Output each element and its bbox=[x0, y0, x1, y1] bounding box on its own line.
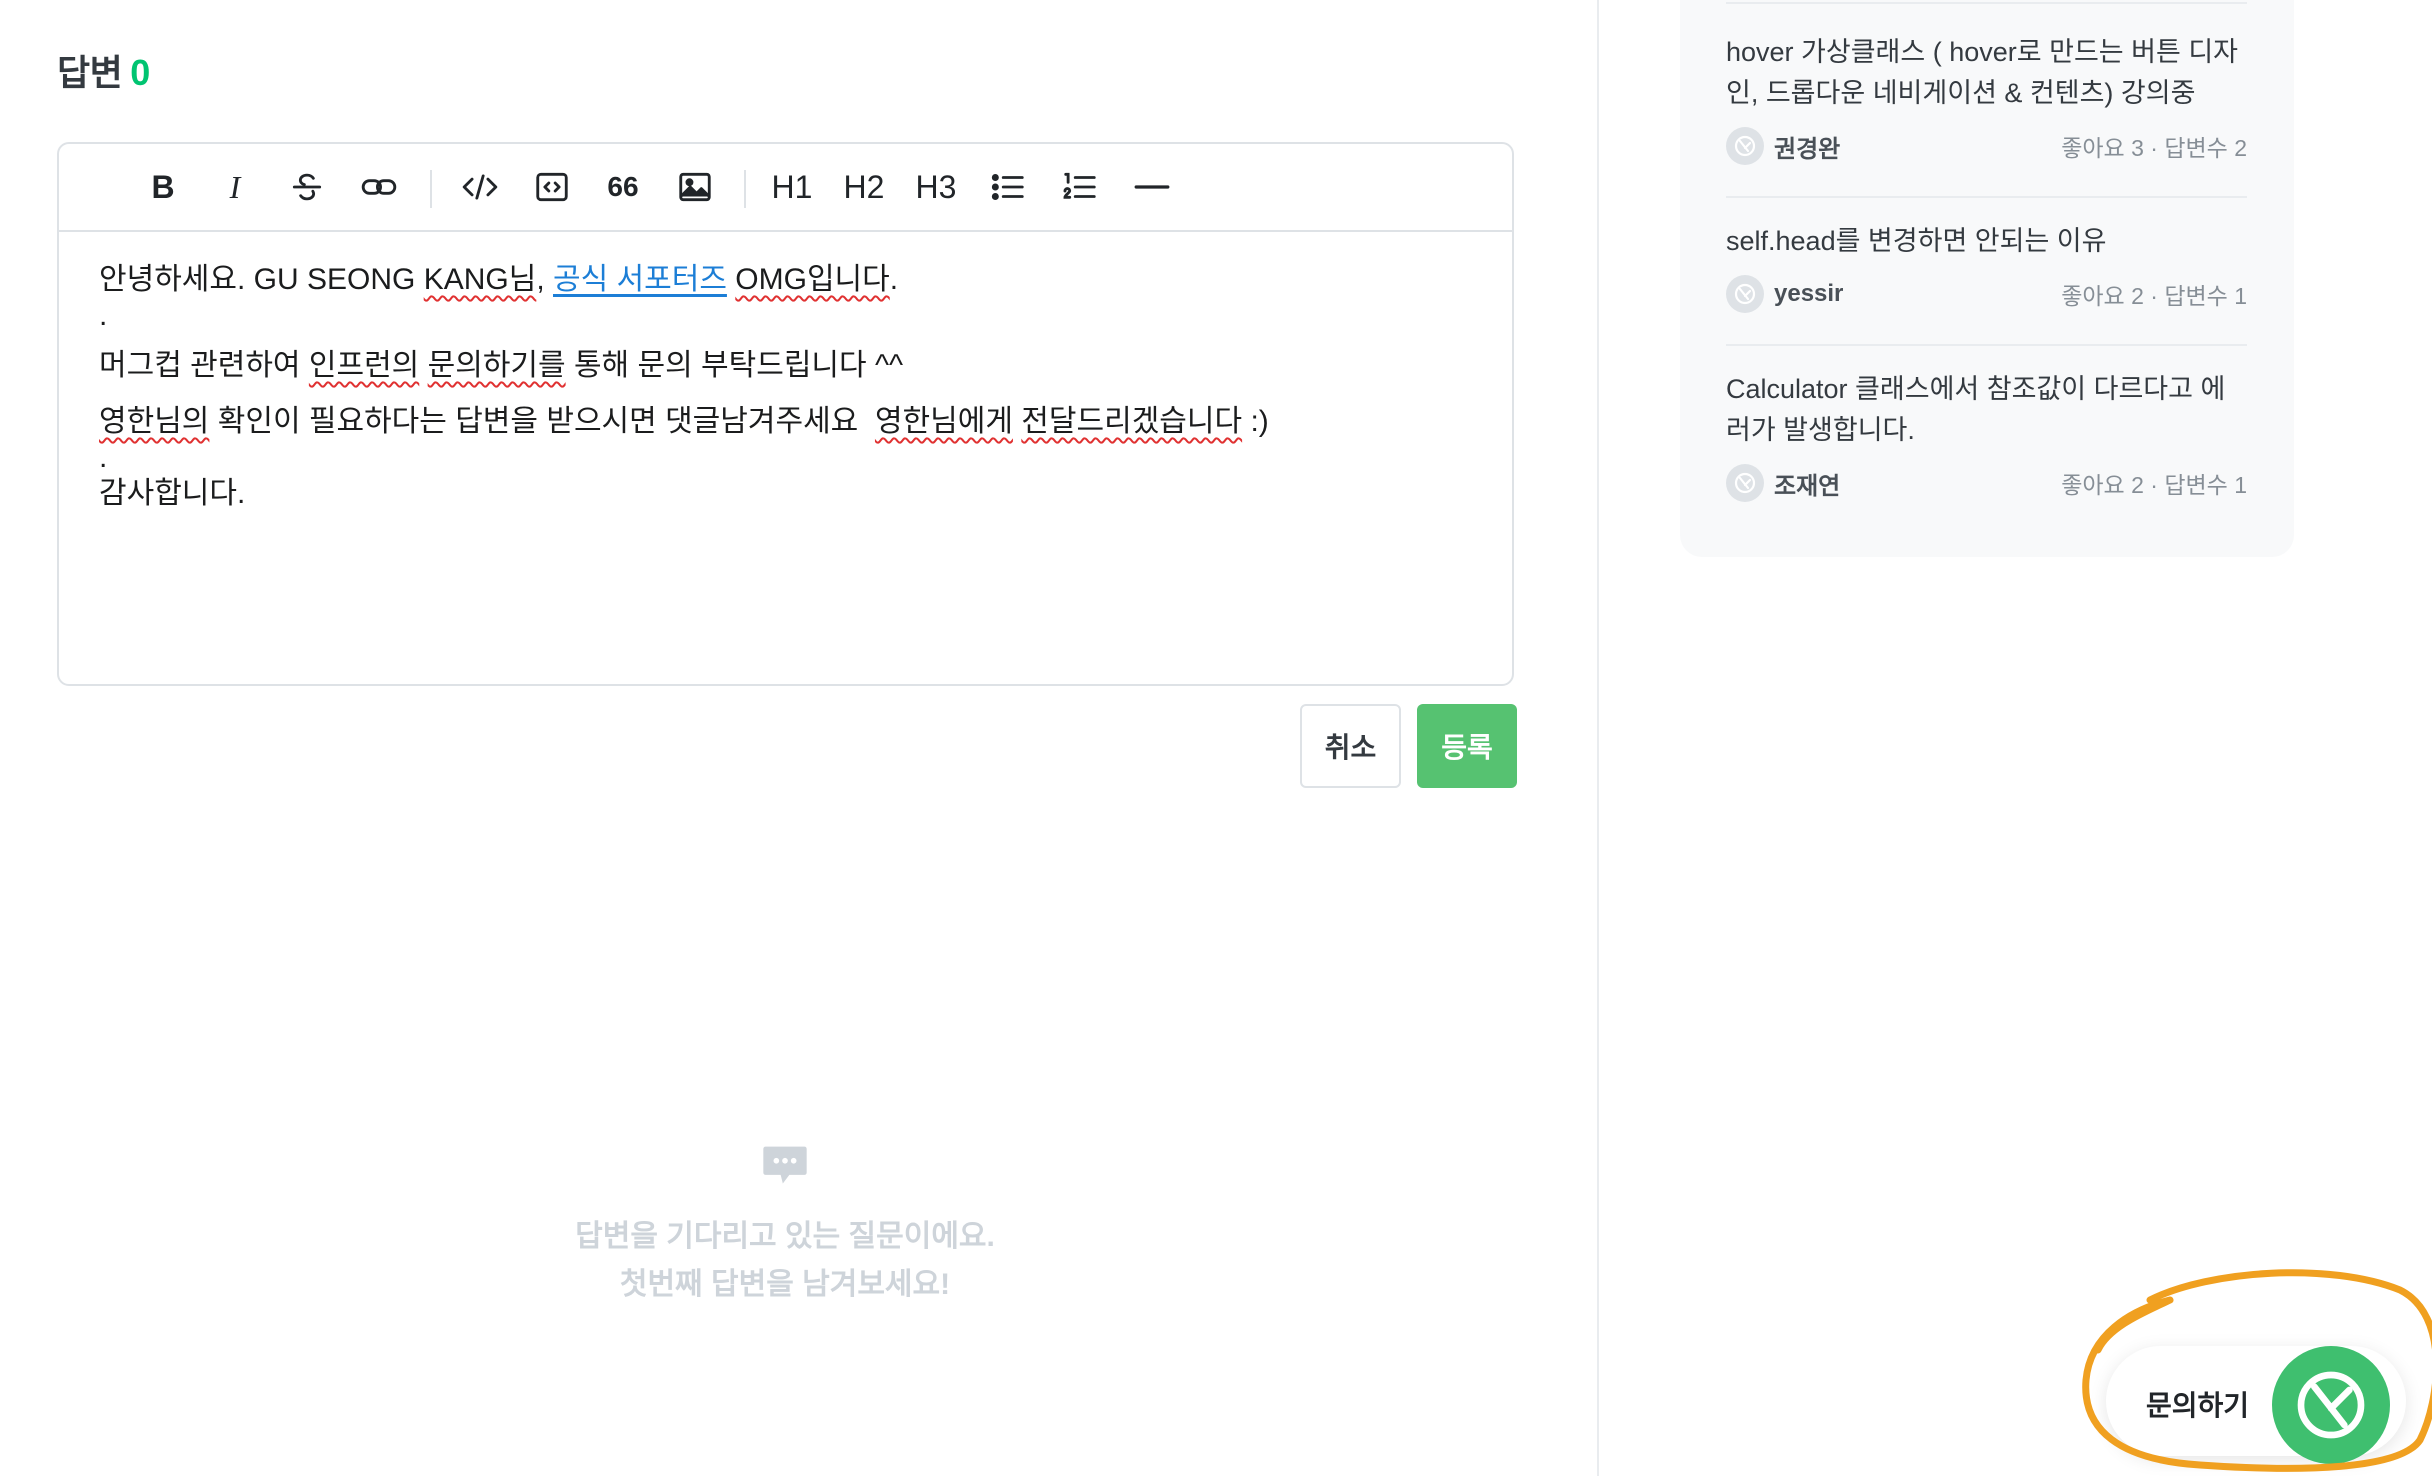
bold-icon: B bbox=[151, 168, 175, 205]
empty-state-line1: 답변을 기다리고 있는 질문이에요. bbox=[575, 1220, 995, 1253]
italic-icon: I bbox=[229, 168, 241, 205]
heading3-button[interactable]: H3 bbox=[908, 162, 964, 212]
editor-line: 머그컵 관련하여 인프런의 문의하기를 통해 문의 부탁드립니다 ^^ bbox=[99, 349, 904, 382]
empty-state-line2: 첫번째 답변을 남겨보세요! bbox=[619, 1268, 951, 1301]
bold-button[interactable]: B bbox=[135, 162, 191, 212]
author-name: 권경완 bbox=[1774, 135, 1841, 163]
avatar bbox=[1726, 464, 1764, 502]
related-question-title[interactable]: self.head를 변경하면 안되는 이유 bbox=[1726, 221, 2247, 262]
bullet-list-button[interactable] bbox=[980, 162, 1036, 212]
avatar bbox=[1726, 127, 1764, 165]
toolbar-divider bbox=[430, 170, 432, 208]
question-stats: 좋아요 2 · 답변수 1 bbox=[2061, 283, 2247, 309]
related-question-title[interactable]: Calculator 클래스에서 참조값이 다르다고 에러가 발생합니다. bbox=[1726, 369, 2247, 451]
code-button[interactable] bbox=[452, 162, 508, 212]
image-icon bbox=[679, 172, 711, 202]
inquiry-label: 문의하기 bbox=[2146, 1390, 2250, 1421]
image-button[interactable] bbox=[667, 162, 723, 212]
author-name: yessir bbox=[1774, 280, 1844, 307]
editor-toolbar: B I 66 H1 H2 H3 bbox=[59, 144, 1512, 232]
heading1-button[interactable]: H1 bbox=[764, 162, 820, 212]
toolbar-divider bbox=[744, 170, 746, 208]
author: 권경완 bbox=[1726, 127, 1840, 165]
related-question-item[interactable]: self.head를 변경하면 안되는 이유 yessir 좋아요 2 · 답변… bbox=[1726, 221, 2247, 314]
related-question-item[interactable]: Calculator 클래스에서 참조값이 다르다고 에러가 발생합니다. 조재… bbox=[1726, 369, 2247, 503]
quote-icon: 66 bbox=[607, 171, 639, 202]
answer-heading-label: 답변 bbox=[57, 52, 123, 93]
avatar-leaf-icon bbox=[1734, 135, 1756, 157]
quote-button[interactable]: 66 bbox=[595, 162, 651, 212]
answer-count: 0 bbox=[130, 52, 150, 93]
author-name: 조재연 bbox=[1774, 472, 1841, 500]
avatar bbox=[1726, 275, 1764, 313]
answer-editor: B I 66 H1 H2 H3 안녕하세요. GU SEONG KANG님, 공… bbox=[57, 142, 1514, 686]
horizontal-rule-button[interactable] bbox=[1124, 162, 1180, 212]
ordered-list-button[interactable] bbox=[1052, 162, 1108, 212]
heading3-icon: H3 bbox=[915, 168, 957, 205]
editor-line: . bbox=[99, 299, 108, 332]
answer-heading: 답변 0 bbox=[57, 44, 150, 96]
link-button[interactable] bbox=[351, 162, 407, 212]
ordered-list-icon bbox=[1063, 172, 1096, 199]
related-question-title[interactable]: hover 가상클래스 ( hover로 만드는 버튼 디자인, 드롭다운 네비… bbox=[1726, 32, 2247, 114]
strikethrough-button[interactable] bbox=[279, 162, 335, 212]
empty-state: 답변을 기다리고 있는 질문이에요. 첫번째 답변을 남겨보세요! bbox=[540, 1138, 1030, 1309]
inquiry-floating-button[interactable]: 문의하기 bbox=[2106, 1346, 2406, 1464]
question-stats: 좋아요 2 · 답변수 1 bbox=[2061, 472, 2247, 498]
heading2-icon: H2 bbox=[843, 168, 885, 205]
avatar-leaf-icon bbox=[1734, 472, 1756, 494]
editor-line: . bbox=[99, 441, 108, 474]
link-icon bbox=[361, 179, 397, 195]
author: yessir bbox=[1726, 275, 1843, 313]
editor-line: 안녕하세요. GU SEONG KANG님, 공식 서포터즈 OMG입니다. bbox=[99, 263, 899, 296]
editor-line: 영한님의 확인이 필요하다는 답변을 받으시면 댓글남겨주세요 영한님에게 전달… bbox=[99, 405, 1269, 438]
italic-button[interactable]: I bbox=[207, 162, 263, 212]
related-questions-panel: hover 가상클래스 ( hover로 만드는 버튼 디자인, 드롭다운 네비… bbox=[1680, 0, 2294, 557]
related-question-item[interactable]: hover 가상클래스 ( hover로 만드는 버튼 디자인, 드롭다운 네비… bbox=[1726, 32, 2247, 166]
horizontal-rule-icon bbox=[1134, 185, 1170, 189]
item-divider bbox=[1726, 344, 2247, 346]
avatar-leaf-icon bbox=[1734, 283, 1756, 305]
author: 조재연 bbox=[1726, 464, 1840, 502]
strikethrough-icon bbox=[292, 173, 322, 201]
editor-line: 감사합니다. bbox=[99, 477, 246, 510]
bullet-list-icon bbox=[991, 174, 1024, 200]
supporters-link[interactable]: 공식 서포터즈 bbox=[553, 263, 727, 296]
item-divider bbox=[1726, 196, 2247, 198]
heading1-icon: H1 bbox=[771, 168, 813, 205]
editor-content[interactable]: 안녕하세요. GU SEONG KANG님, 공식 서포터즈 OMG입니다. .… bbox=[59, 232, 1512, 542]
code-icon bbox=[462, 174, 498, 200]
code-block-button[interactable] bbox=[524, 162, 580, 212]
code-block-icon bbox=[536, 172, 568, 202]
heading2-button[interactable]: H2 bbox=[836, 162, 892, 212]
inflearn-logo-icon bbox=[2272, 1346, 2390, 1464]
question-stats: 좋아요 3 · 답변수 2 bbox=[2061, 135, 2247, 161]
column-divider bbox=[1597, 0, 1599, 1476]
chat-bubble-icon bbox=[540, 1138, 1030, 1195]
submit-button[interactable]: 등록 bbox=[1417, 704, 1517, 788]
cancel-button[interactable]: 취소 bbox=[1300, 704, 1401, 788]
item-divider bbox=[1726, 2, 2247, 4]
